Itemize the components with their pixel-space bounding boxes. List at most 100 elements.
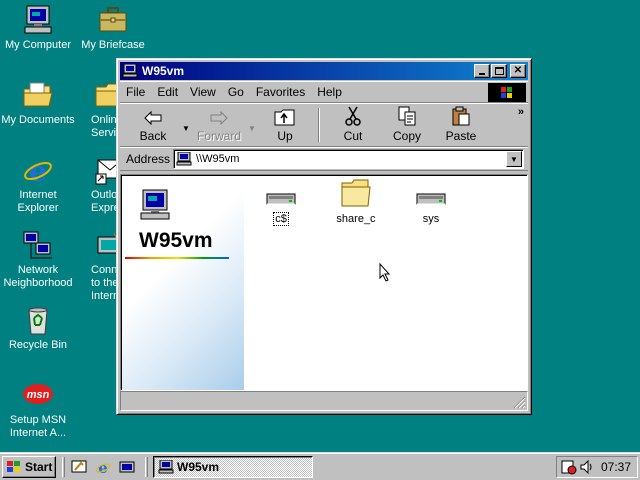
svg-text:msn: msn <box>27 389 50 401</box>
windows-logo-throbber <box>488 83 526 102</box>
forward-button[interactable]: Forward <box>192 104 246 146</box>
folder-content-pane[interactable]: W95vm c$ share_c sys <box>120 174 528 391</box>
forward-label: Forward <box>196 129 241 143</box>
desktop-icon-my-documents[interactable]: My Documents <box>0 79 76 127</box>
maximize-icon <box>494 67 504 75</box>
address-dropdown-button[interactable]: ▼ <box>506 151 522 167</box>
taskbar-grip[interactable] <box>145 457 148 477</box>
menu-bar: File Edit View Go Favorites Help <box>120 81 528 103</box>
share-item-c-dollar[interactable]: c$ <box>249 189 313 226</box>
mouse-cursor-icon <box>379 263 391 282</box>
recycle-bin-icon <box>28 307 48 335</box>
copy-icon <box>398 106 416 126</box>
internet-explorer-icon[interactable]: e <box>95 459 111 475</box>
address-label: Address <box>126 152 171 166</box>
title-bar[interactable]: W95vm ✕ <box>120 62 528 80</box>
paste-button[interactable]: Paste <box>434 104 488 146</box>
network-drive-icon <box>266 193 296 205</box>
windows-flag-icon <box>7 461 20 472</box>
scissors-icon <box>345 106 361 126</box>
computer-icon <box>140 189 170 220</box>
svg-text:e: e <box>98 459 108 475</box>
windows-flag-icon <box>501 86 512 98</box>
share-item-share-c[interactable]: share_c <box>324 179 388 225</box>
desktop-icon-label: Recycle Bin <box>8 339 68 351</box>
desktop-icon-my-computer[interactable]: My Computer <box>0 4 76 52</box>
my-computer-icon <box>24 5 52 34</box>
forward-arrow-icon <box>210 110 228 126</box>
quick-launch-grip[interactable] <box>62 457 65 477</box>
desktop-icon-internet-explorer[interactable]: e Internet Explorer <box>0 154 76 215</box>
explorer-window: W95vm ✕ File Edit View Go Favorites Help… <box>116 58 532 415</box>
computer-icon <box>158 460 174 474</box>
toolbar-overflow-chevron-icon[interactable]: » <box>518 106 524 118</box>
start-label: Start <box>25 460 53 474</box>
svg-text:e: e <box>29 155 47 186</box>
close-icon: ✕ <box>513 65 523 76</box>
status-bar <box>120 391 528 411</box>
network-drive-icon <box>416 193 446 205</box>
task-button-w95vm[interactable]: W95vm <box>153 456 313 478</box>
back-history-dropdown[interactable]: ▼ <box>180 104 192 146</box>
network-neighborhood-icon <box>23 231 52 259</box>
desktop-icon-label: Setup MSN Internet A... <box>9 414 67 439</box>
panel-divider <box>125 257 229 259</box>
up-label: Up <box>277 129 293 143</box>
minimize-button[interactable] <box>474 64 490 78</box>
desktop-icon-network-neighborhood[interactable]: Network Neighborhood <box>0 229 76 290</box>
forward-history-dropdown[interactable]: ▼ <box>246 104 258 146</box>
desktop-icon-label: Network Neighborhood <box>3 264 73 289</box>
resize-grip-icon[interactable] <box>512 395 526 409</box>
desktop-icon-recycle-bin[interactable]: Recycle Bin <box>0 304 76 352</box>
system-tray: 07:37 <box>556 456 638 478</box>
cut-button[interactable]: Cut <box>326 104 380 146</box>
menu-file[interactable]: File <box>120 85 151 99</box>
menu-help[interactable]: Help <box>311 85 348 99</box>
back-arrow-icon <box>144 110 162 126</box>
view-channels-icon[interactable] <box>119 459 135 475</box>
paste-icon <box>452 106 470 126</box>
shared-folder-icon <box>341 179 371 207</box>
desktop-icon-label: Internet Explorer <box>17 189 59 214</box>
up-button[interactable]: Up <box>258 104 312 146</box>
volume-icon[interactable] <box>579 459 595 475</box>
msn-icon: msn <box>23 384 53 404</box>
panel-title: W95vm <box>139 229 213 252</box>
back-button[interactable]: Back <box>126 104 180 146</box>
show-desktop-icon[interactable] <box>71 459 87 475</box>
paste-label: Paste <box>445 129 477 143</box>
my-documents-icon <box>23 82 53 107</box>
menu-favorites[interactable]: Favorites <box>250 85 311 99</box>
share-item-sys[interactable]: sys <box>399 189 463 225</box>
window-title: W95vm <box>142 64 185 78</box>
menu-view[interactable]: View <box>184 85 222 99</box>
clock[interactable]: 07:37 <box>601 460 631 474</box>
briefcase-icon <box>99 7 127 32</box>
copy-button[interactable]: Copy <box>380 104 434 146</box>
computer-icon <box>122 64 138 78</box>
address-input[interactable]: \\W95vm ▼ <box>173 149 524 169</box>
address-value: \\W95vm <box>196 153 240 165</box>
copy-label: Copy <box>392 129 421 143</box>
scheduler-icon[interactable] <box>561 459 577 475</box>
item-label: c$ <box>273 212 289 226</box>
cut-label: Cut <box>343 129 363 143</box>
minimize-icon <box>479 73 485 75</box>
desktop-icon-my-briefcase[interactable]: My Briefcase <box>75 4 151 52</box>
item-label: share_c <box>336 213 376 225</box>
computer-icon <box>176 152 192 166</box>
menu-go[interactable]: Go <box>222 85 250 99</box>
menu-edit[interactable]: Edit <box>151 85 184 99</box>
web-view-panel: W95vm <box>122 176 244 390</box>
internet-explorer-icon: e <box>24 155 52 186</box>
start-button[interactable]: Start <box>2 456 56 478</box>
task-button-label: W95vm <box>177 460 220 474</box>
close-button[interactable]: ✕ <box>510 64 526 78</box>
desktop-icon-setup-msn[interactable]: msn Setup MSN Internet A... <box>0 379 76 440</box>
item-label: sys <box>422 213 440 225</box>
standard-toolbar: Back ▼ Forward ▼ Up Cut Copy Paste » <box>120 103 528 147</box>
toolbar-separator <box>318 108 320 142</box>
up-folder-icon <box>274 109 295 126</box>
maximize-button[interactable] <box>491 64 507 78</box>
desktop-icon-label: My Briefcase <box>81 39 145 51</box>
